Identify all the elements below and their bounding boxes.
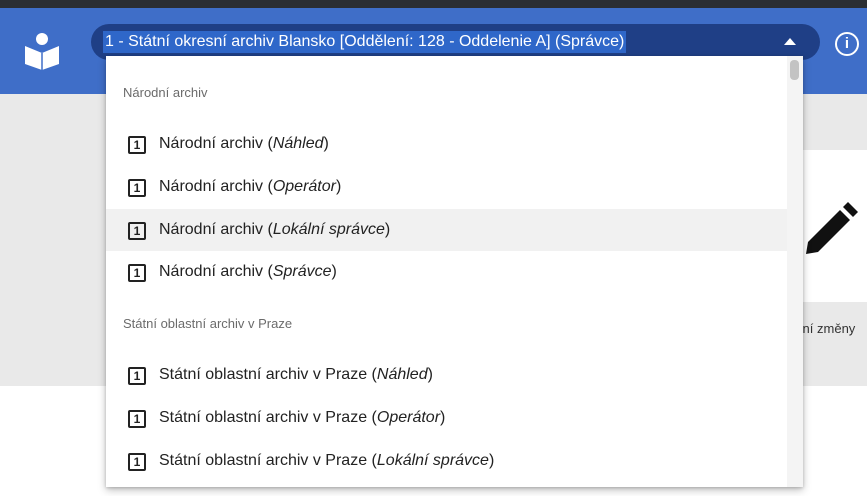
option-name: Národní archiv — [159, 263, 264, 280]
option-narodni-archiv-nahled[interactable]: 1 Národní archiv (Náhled) — [106, 123, 787, 165]
option-name: Národní archiv — [159, 178, 264, 195]
info-icon[interactable]: i — [835, 32, 859, 56]
book-reader-icon[interactable] — [22, 30, 62, 70]
option-role: Náhled — [376, 366, 428, 383]
option-name: Státní oblastní archiv v Praze — [159, 409, 368, 426]
option-role: Správce — [272, 263, 332, 280]
option-role: Operátor — [272, 178, 336, 195]
caret-up-icon[interactable] — [784, 38, 796, 45]
option-narodni-archiv-operator[interactable]: 1 Národní archiv (Operátor) — [106, 166, 787, 208]
option-name: Státní oblastní archiv v Praze — [159, 452, 368, 469]
scrollbar-thumb[interactable] — [790, 60, 799, 80]
group-label: Národní archiv — [123, 85, 208, 100]
window-top-border — [0, 0, 867, 8]
level-one-icon: 1 — [128, 179, 146, 197]
option-soa-praha-operator[interactable]: 1 Státní oblastní archiv v Praze (Operát… — [106, 397, 787, 439]
dropdown-scrollbar[interactable] — [787, 56, 803, 487]
option-narodni-archiv-spravce[interactable]: 1 Národní archiv (Správce) — [106, 251, 787, 293]
level-one-icon: 1 — [128, 222, 146, 240]
context-select-value: 1 - Státní okresní archiv Blansko [Odděl… — [103, 31, 627, 53]
level-one-icon: 1 — [128, 367, 146, 385]
level-one-icon: 1 — [128, 136, 146, 154]
option-soa-praha-nahled[interactable]: 1 Státní oblastní archiv v Praze (Náhled… — [106, 354, 787, 396]
option-role: Náhled — [272, 135, 324, 152]
level-one-icon: 1 — [128, 264, 146, 282]
context-select[interactable]: 1 - Státní okresní archiv Blansko [Odděl… — [91, 24, 820, 60]
option-soa-praha-lokalni-spravce[interactable]: 1 Státní oblastní archiv v Praze (Lokáln… — [106, 440, 787, 482]
option-role: Lokální správce — [272, 221, 385, 238]
level-one-icon: 1 — [128, 410, 146, 428]
option-name: Národní archiv — [159, 221, 264, 238]
context-dropdown-menu: Národní archiv 1 Národní archiv (Náhled)… — [106, 56, 803, 487]
option-role: Lokální správce — [376, 452, 489, 469]
option-narodni-archiv-lokalni-spravce[interactable]: 1 Národní archiv (Lokální správce) — [106, 209, 787, 251]
option-name: Státní oblastní archiv v Praze — [159, 366, 368, 383]
group-label: Státní oblastní archiv v Praze — [123, 316, 293, 331]
pencil-icon[interactable] — [800, 198, 862, 260]
option-role: Operátor — [376, 409, 441, 426]
level-one-icon: 1 — [128, 453, 146, 471]
option-name: Národní archiv — [159, 135, 264, 152]
